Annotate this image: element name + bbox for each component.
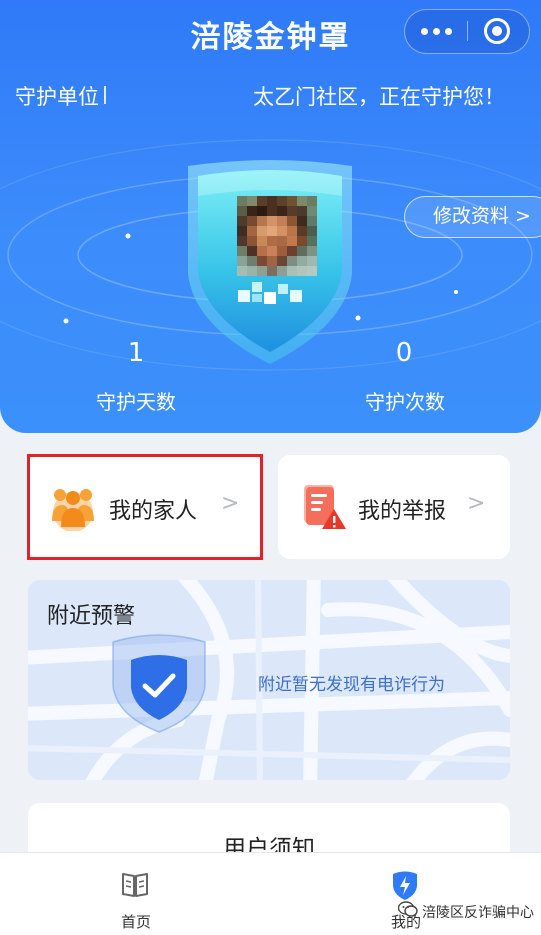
watermark-text: 涪陵区反诈骗中心 (422, 905, 534, 921)
capsule-divider (467, 21, 468, 41)
text-cursor (104, 86, 106, 104)
mini-program-capsule (404, 9, 530, 54)
my-family-card[interactable]: 我的家人 > (28, 455, 261, 559)
guard-unit-label: 守护单位 (15, 85, 99, 109)
shield-check-icon (112, 634, 206, 733)
guard-count-label: 守护次数 (365, 390, 445, 414)
book-icon (122, 873, 148, 897)
guard-unit-text: 太乙门社区，正在守护您！ (253, 85, 505, 109)
hero-panel: 涪陵金钟罩 守护单位 太乙门社区，正在守护您！ 修改资料 > 1 守护天数 0 … (0, 0, 541, 433)
edit-profile-label: 修改资料 (433, 205, 510, 227)
bottom-tab-bar: 首页 我的 (0, 852, 541, 935)
my-report-label: 我的举报 (358, 499, 447, 524)
my-family-label: 我的家人 (109, 499, 198, 524)
guard-days-label: 守护天数 (96, 390, 176, 414)
chevron-right-icon: > (515, 205, 531, 227)
close-target-icon[interactable] (484, 18, 510, 44)
edit-profile-button[interactable]: 修改资料 > (404, 196, 541, 238)
my-report-card[interactable]: 我的举报 > (278, 455, 510, 559)
family-icon (52, 489, 94, 531)
chevron-right-icon: > (467, 491, 486, 516)
avatar (237, 196, 317, 276)
report-alert-icon (304, 485, 346, 529)
qr-pattern-icon (238, 282, 302, 304)
guard-days-value: 1 (127, 338, 145, 368)
tab-home-label: 首页 (121, 913, 152, 931)
nearby-alert-message: 附近暂无发现有电诈行为 (258, 675, 445, 695)
tab-mine[interactable]: 我的 (370, 853, 442, 935)
nearby-alert-title: 附近预警 (47, 604, 136, 629)
guard-count-value: 0 (395, 338, 413, 368)
tab-home[interactable]: 首页 (100, 853, 172, 935)
chevron-right-icon: > (221, 491, 240, 516)
wechat-icon (398, 901, 418, 917)
more-menu-icon[interactable] (405, 10, 467, 52)
shield-bolt-icon (393, 871, 417, 900)
